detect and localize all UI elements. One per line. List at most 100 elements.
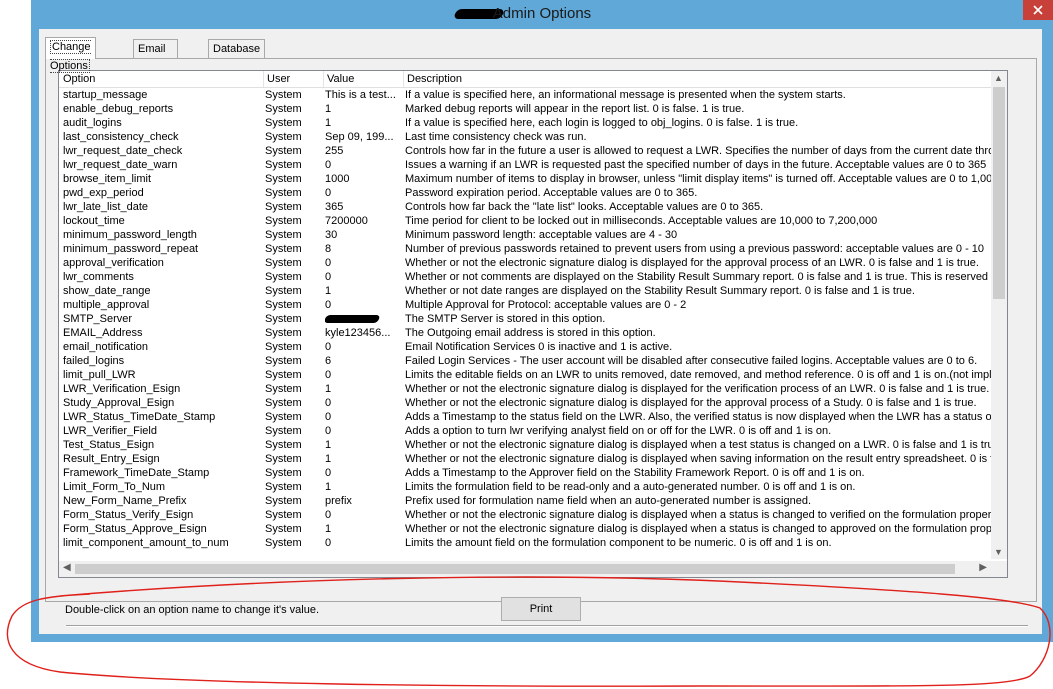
table-row[interactable]: LWR_Status_TimeDate_Stamp System 0 Adds a T… [59, 410, 991, 424]
option-name-cell[interactable]: EMAIL_Address [63, 326, 259, 340]
table-row[interactable]: Result_Entry_Esign System 1 Whether or not … [59, 452, 991, 466]
column-header-value[interactable]: Value [323, 71, 404, 87]
value-cell: 6 [325, 355, 332, 367]
title-bar[interactable]: Admin Options [31, 0, 1053, 28]
table-row[interactable]: lwr_comments System 0 Whether or not commen… [59, 270, 991, 284]
column-header-description[interactable]: Description [403, 71, 991, 87]
option-name-cell[interactable]: LWR_Status_TimeDate_Stamp [63, 410, 259, 424]
chevron-down-icon[interactable]: ▼ [994, 547, 1003, 557]
description-cell: Whether or not the electronic signature … [405, 257, 979, 269]
option-name-cell[interactable]: lockout_time [63, 214, 259, 228]
option-name-cell[interactable]: approval_verification [63, 256, 259, 270]
column-header-user[interactable]: User [263, 71, 324, 87]
table-row[interactable]: EMAIL_Address System kyle123456... The Outg… [59, 326, 991, 340]
close-button[interactable] [1023, 0, 1053, 20]
user-cell: System [265, 439, 302, 451]
option-name-cell[interactable]: Form_Status_Verify_Esign [63, 508, 259, 522]
option-name-cell[interactable]: New_Form_Name_Prefix [63, 494, 259, 508]
table-row[interactable]: SMTP_Server System The SMTP Server is stor… [59, 312, 991, 326]
table-row[interactable]: lwr_request_date_check System 255 Controls … [59, 144, 991, 158]
option-name-cell[interactable]: lwr_request_date_warn [63, 158, 259, 172]
option-name-cell[interactable]: enable_debug_reports [63, 102, 259, 116]
table-row[interactable]: multiple_approval System 0 Multiple Approva… [59, 298, 991, 312]
print-button[interactable]: Print [501, 597, 581, 621]
table-row[interactable]: startup_message System This is a test... If… [59, 88, 991, 102]
table-row[interactable]: LWR_Verifier_Field System 0 Adds a option t… [59, 424, 991, 438]
options-list[interactable]: Option User Value Description startup_me… [58, 70, 1008, 578]
description-cell: Whether or not the electronic signature … [405, 509, 991, 521]
option-name-cell[interactable]: lwr_request_date_check [63, 144, 259, 158]
table-row[interactable]: Test_Status_Esign System 1 Whether or not t… [59, 438, 991, 452]
option-name-cell[interactable]: limit_pull_LWR [63, 368, 259, 382]
option-name-cell[interactable]: pwd_exp_period [63, 186, 259, 200]
option-name-cell[interactable]: email_notification [63, 340, 259, 354]
description-cell: Number of previous passwords retained to… [405, 243, 985, 255]
table-row[interactable]: New_Form_Name_Prefix System prefix Prefix u… [59, 494, 991, 508]
option-name-cell[interactable]: startup_message [63, 88, 259, 102]
option-name-cell[interactable]: last_consistency_check [63, 130, 259, 144]
vertical-scroll-thumb[interactable] [993, 87, 1005, 299]
table-row[interactable]: Limit_Form_To_Num System 1 Limits the formu… [59, 480, 991, 494]
table-row[interactable]: Form_Status_Verify_Esign System 0 Whether o… [59, 508, 991, 522]
option-name-cell[interactable]: failed_logins [63, 354, 259, 368]
chevron-right-icon[interactable]: ▶ [979, 562, 987, 573]
chevron-left-icon[interactable]: ◀ [63, 562, 71, 573]
table-row[interactable]: pwd_exp_period System 0 Password expiration… [59, 186, 991, 200]
horizontal-scrollbar[interactable]: ◀ ▶ [59, 561, 991, 577]
table-row[interactable]: Study_Approval_Esign System 0 Whether or no… [59, 396, 991, 410]
value-cell: 255 [325, 145, 344, 157]
table-row[interactable]: limit_component_amount_to_num System 0 Limi… [59, 536, 991, 550]
tab-change-options[interactable]: Change Options [45, 37, 96, 73]
table-row[interactable]: browse_item_limit System 1000 Maximum numbe… [59, 172, 991, 186]
table-row[interactable]: show_date_range System 1 Whether or not dat… [59, 284, 991, 298]
table-row[interactable]: LWR_Verification_Esign System 1 Whether or … [59, 382, 991, 396]
table-row[interactable]: audit_logins System 1 If a value is specifi… [59, 116, 991, 130]
option-name-cell[interactable]: LWR_Verification_Esign [63, 382, 259, 396]
option-name-cell[interactable]: audit_logins [63, 116, 259, 130]
option-name-cell[interactable]: browse_item_limit [63, 172, 259, 186]
option-name-cell[interactable]: Framework_TimeDate_Stamp [63, 466, 259, 480]
table-row[interactable]: email_notification System 0 Email Notificat… [59, 340, 991, 354]
option-name-cell[interactable]: multiple_approval [63, 298, 259, 312]
table-row[interactable]: enable_debug_reports System 1 Marked debug … [59, 102, 991, 116]
table-row[interactable]: lwr_late_list_date System 365 Controls how … [59, 200, 991, 214]
option-name-cell[interactable]: Test_Status_Esign [63, 438, 259, 452]
user-cell: System [265, 159, 302, 171]
table-row[interactable]: lwr_request_date_warn System 0 Issues a war… [59, 158, 991, 172]
option-name-cell[interactable]: lwr_comments [63, 270, 259, 284]
tab-email-testing[interactable]: Email Testing [133, 39, 178, 74]
user-cell: System [265, 383, 302, 395]
table-row[interactable]: Framework_TimeDate_Stamp System 0 Adds a Ti… [59, 466, 991, 480]
value-cell: This is a test... [325, 89, 396, 101]
value-cell: 1 [325, 439, 332, 451]
user-cell: System [265, 425, 302, 437]
option-name-cell[interactable]: Study_Approval_Esign [63, 396, 259, 410]
option-name-cell[interactable]: show_date_range [63, 284, 259, 298]
horizontal-scroll-thumb[interactable] [75, 564, 955, 574]
description-cell: Prefix used for formulation name field w… [405, 495, 812, 507]
option-name-cell[interactable]: minimum_password_repeat [63, 242, 259, 256]
table-row[interactable]: Form_Status_Approve_Esign System 1 Whether … [59, 522, 991, 536]
table-row[interactable]: lockout_time System 7200000 Time period for… [59, 214, 991, 228]
tab-database-info[interactable]: Database Info [208, 39, 266, 74]
option-name-cell[interactable]: SMTP_Server [63, 312, 259, 326]
table-row[interactable]: minimum_password_length System 30 Minimum p… [59, 228, 991, 242]
option-name-cell[interactable]: Form_Status_Approve_Esign [63, 522, 259, 536]
vertical-scrollbar[interactable]: ▲ ▼ [991, 71, 1007, 559]
value-cell: 0 [325, 159, 332, 171]
table-row[interactable]: limit_pull_LWR System 0 Limits the editable… [59, 368, 991, 382]
option-name-cell[interactable]: Limit_Form_To_Num [63, 480, 259, 494]
table-row[interactable]: minimum_password_repeat System 8 Number of … [59, 242, 991, 256]
option-name-cell[interactable]: LWR_Verifier_Field [63, 424, 259, 438]
user-cell: System [265, 411, 302, 423]
table-row[interactable]: approval_verification System 0 Whether or n… [59, 256, 991, 270]
list-rows: startup_message System This is a test... If… [59, 88, 991, 559]
option-name-cell[interactable]: Result_Entry_Esign [63, 452, 259, 466]
chevron-up-icon[interactable]: ▲ [994, 73, 1003, 83]
option-name-cell[interactable]: minimum_password_length [63, 228, 259, 242]
table-row[interactable]: failed_logins System 6 Failed Login Service… [59, 354, 991, 368]
table-row[interactable]: last_consistency_check System Sep 09, 199.… [59, 130, 991, 144]
user-cell: System [265, 453, 302, 465]
option-name-cell[interactable]: limit_component_amount_to_num [63, 536, 259, 550]
option-name-cell[interactable]: lwr_late_list_date [63, 200, 259, 214]
